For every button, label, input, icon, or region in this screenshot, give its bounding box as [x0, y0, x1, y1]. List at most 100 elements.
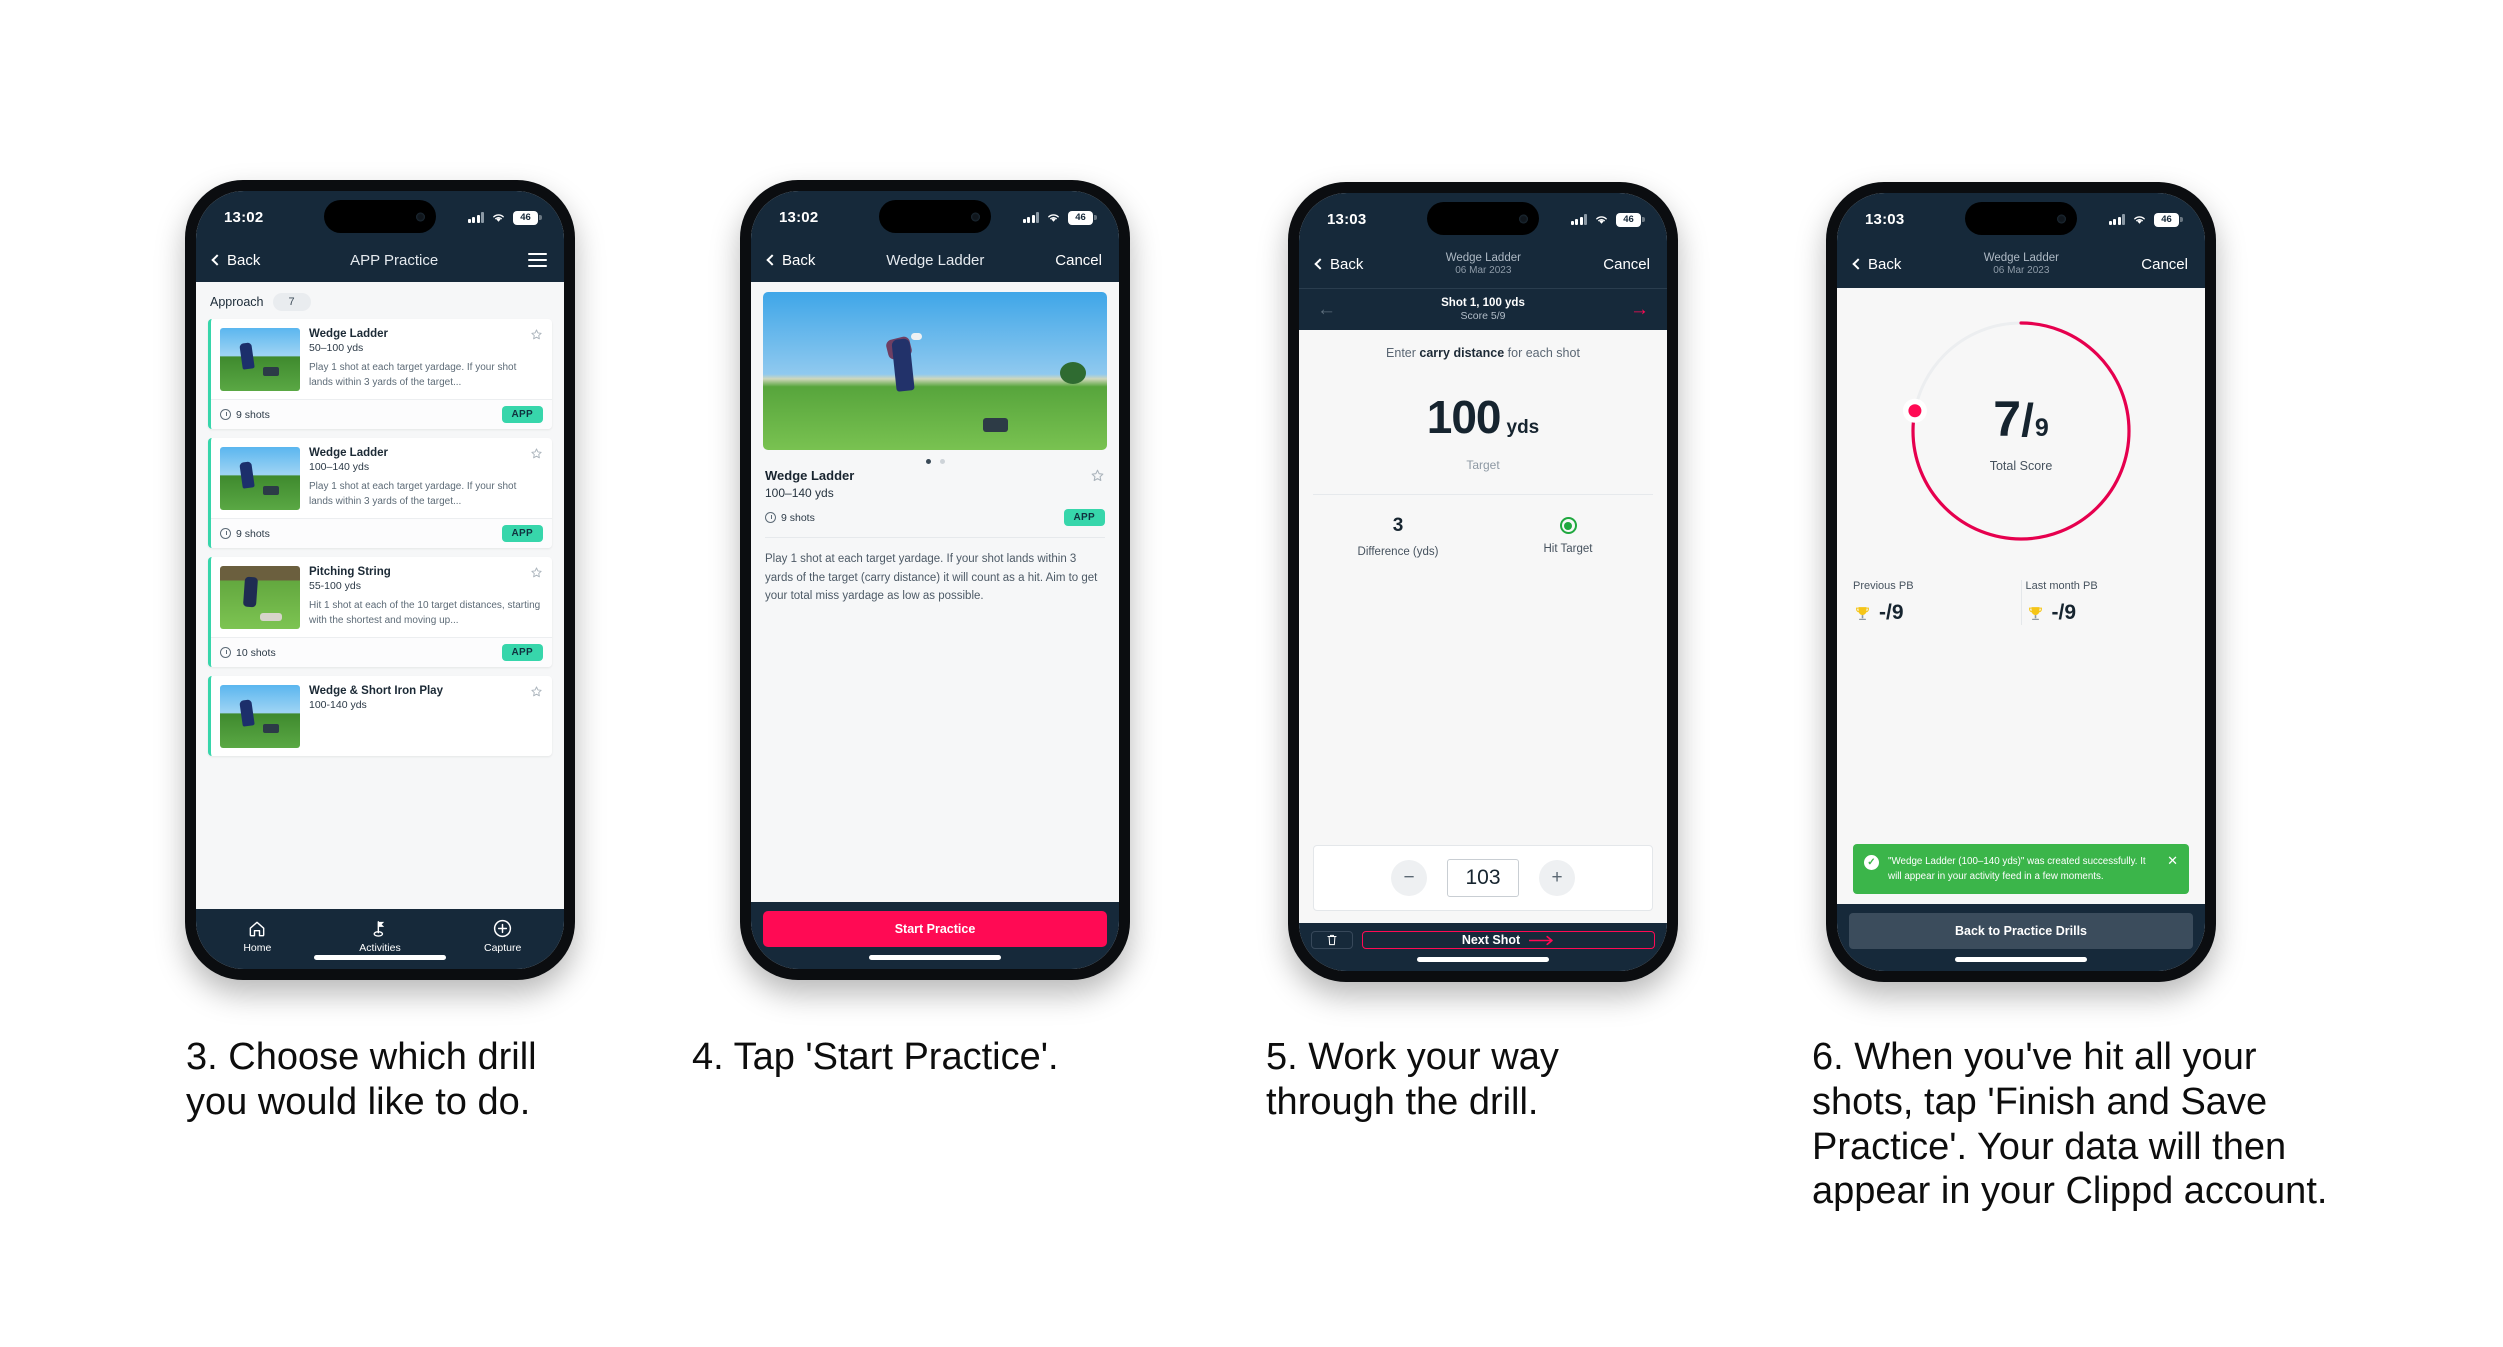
delete-shot-button[interactable] [1311, 931, 1353, 949]
target-value: 100 [1426, 391, 1502, 443]
cancel-button[interactable]: Cancel [1603, 256, 1650, 273]
drill-card[interactable]: Wedge Ladder 50–100 yds Play 1 shot at e… [208, 319, 552, 429]
drill-shots-label: 10 shots [236, 646, 276, 659]
ball-basket [983, 418, 1009, 433]
home-icon [196, 918, 319, 939]
tab-home[interactable]: Home [196, 918, 319, 954]
drill-range: 55-100 yds [309, 580, 361, 592]
decrement-button[interactable]: − [1391, 860, 1427, 896]
tab-capture-label: Capture [484, 942, 522, 954]
phone-3-shot-entry: 13:03 46 Back Wedge Ladder 06 Mar 2023 C… [1288, 182, 1678, 982]
last-month-pb-value: -/9 [2051, 601, 2077, 624]
nav-bar: Back Wedge Ladder 06 Mar 2023 Cancel [1299, 240, 1667, 288]
score-caption: Total Score [1989, 458, 2053, 473]
status-time: 13:02 [779, 209, 819, 226]
status-time: 13:03 [1865, 211, 1905, 228]
drill-thumbnail [220, 566, 300, 629]
back-button[interactable]: Back [211, 252, 260, 269]
drill-name: Wedge Ladder [1983, 251, 2059, 264]
previous-pb-label: Previous PB [1853, 580, 1914, 592]
success-toast: ✓ "Wedge Ladder (100–140 yds)" was creat… [1853, 843, 2189, 894]
target-caption: Target [1466, 458, 1500, 472]
drill-range: 100–140 yds [309, 461, 370, 473]
hero-section [751, 282, 1119, 468]
golf-flag-icon [319, 918, 442, 939]
increment-button[interactable]: + [1539, 860, 1575, 896]
favorite-star-icon[interactable] [530, 566, 543, 579]
back-label: Back [782, 251, 816, 269]
toast-message: "Wedge Ladder (100–140 yds)" was created… [1888, 855, 2146, 882]
tab-activities[interactable]: Activities [319, 918, 442, 954]
last-month-pb-label: Last month PB [2025, 580, 2098, 592]
category-badge: APP [1063, 509, 1105, 526]
drill-title: Wedge Ladder [309, 447, 389, 459]
hit-target-icon [1559, 517, 1577, 534]
shot-entry-screen: Enter carry distance for each shot 100 yd… [1299, 330, 1667, 923]
close-icon[interactable]: ✕ [2167, 854, 2178, 867]
next-shot-button[interactable]: Next Shot [1362, 931, 1655, 949]
previous-pb-value: -/9 [1879, 601, 1904, 624]
shot-footer: Next Shot [1299, 923, 1667, 971]
target-display: 100 yds Target [1313, 360, 1653, 472]
drill-detail-screen: Wedge Ladder 100–140 yds 9 shots APP Pla… [751, 282, 1119, 902]
shot-stats: 3 Difference (yds) Hit Target [1313, 495, 1653, 558]
favorite-star-icon[interactable] [530, 447, 543, 460]
back-button[interactable]: Back [1314, 255, 1364, 273]
page-title: Wedge Ladder 06 Mar 2023 [1984, 251, 2059, 278]
caption-step-4: 4. Tap 'Start Practice'. [692, 1036, 1059, 1078]
cancel-button[interactable]: Cancel [2141, 256, 2188, 273]
front-camera-icon [2057, 214, 2066, 223]
page-title: Wedge Ladder 06 Mar 2023 [1446, 251, 1521, 278]
drill-title: Wedge Ladder [309, 328, 389, 340]
dynamic-island [879, 200, 991, 233]
wifi-icon [1596, 216, 1607, 224]
next-shot-arrow-icon[interactable]: → [1630, 300, 1649, 319]
carry-distance-stepper: − 103 + [1313, 845, 1653, 911]
previous-shot-arrow-icon[interactable]: ← [1317, 300, 1336, 319]
drill-title: Pitching String [309, 566, 391, 578]
stat-difference: 3 Difference (yds) [1313, 515, 1483, 558]
start-practice-button[interactable]: Start Practice [763, 911, 1107, 947]
cancel-button[interactable]: Cancel [1055, 252, 1102, 269]
previous-pb: Previous PB -/9 [1853, 580, 2017, 625]
drill-range: 100-140 yds [309, 699, 367, 711]
cellular-signal-icon [2108, 214, 2125, 225]
home-indicator [1955, 957, 2087, 962]
chevron-left-icon [211, 254, 223, 266]
nav-bar: Back APP Practice [196, 238, 564, 282]
tab-capture[interactable]: Capture [441, 918, 564, 954]
prompt-bold: carry distance [1419, 346, 1505, 360]
category-badge: APP [501, 644, 543, 661]
carry-distance-input[interactable]: 103 [1447, 859, 1519, 897]
drill-list-screen: Approach 7 Wedge Ladder 50–100 yds Play … [196, 282, 564, 909]
favorite-star-icon[interactable] [1090, 468, 1105, 483]
clock-icon [765, 512, 776, 523]
back-button[interactable]: Back [766, 251, 816, 269]
back-to-practice-drills-button[interactable]: Back to Practice Drills [1849, 913, 2193, 949]
score-slash: / [2021, 393, 2034, 446]
wifi-icon [1048, 214, 1059, 222]
tab-home-label: Home [243, 942, 272, 954]
favorite-star-icon[interactable] [530, 328, 543, 341]
score-ring: 7 / 9 Total Score [1902, 312, 2140, 550]
hamburger-menu-icon[interactable] [528, 252, 547, 268]
back-label: Back [1330, 255, 1364, 273]
battery-indicator: 46 [513, 210, 542, 225]
carousel-dots[interactable] [763, 450, 1107, 468]
status-time: 13:03 [1327, 211, 1367, 228]
caption-step-5: 5. Work your way through the drill. [1266, 1036, 1559, 1123]
back-button[interactable]: Back [1852, 256, 1901, 273]
drill-card[interactable]: Pitching String 55-100 yds Hit 1 shot at… [208, 557, 552, 667]
drill-thumbnail [220, 328, 300, 391]
drill-card[interactable]: Wedge Ladder 100–140 yds Play 1 shot at … [208, 438, 552, 548]
category-badge: APP [501, 525, 543, 542]
tutorial-screenshot-board: 13:02 46 Back APP Practice Approach 7 We… [0, 0, 2503, 1347]
drill-card[interactable]: Wedge & Short Iron Play 100-140 yds [208, 676, 552, 756]
page-title: APP Practice [350, 251, 439, 269]
drill-description: Hit 1 shot at each of the 10 target dist… [309, 600, 541, 626]
tree [1060, 361, 1087, 384]
favorite-star-icon[interactable] [530, 685, 543, 698]
score-center: 7 / 9 Total Score [1902, 312, 2140, 550]
plus-circle-icon [441, 918, 564, 939]
target-unit: yds [1506, 417, 1540, 438]
